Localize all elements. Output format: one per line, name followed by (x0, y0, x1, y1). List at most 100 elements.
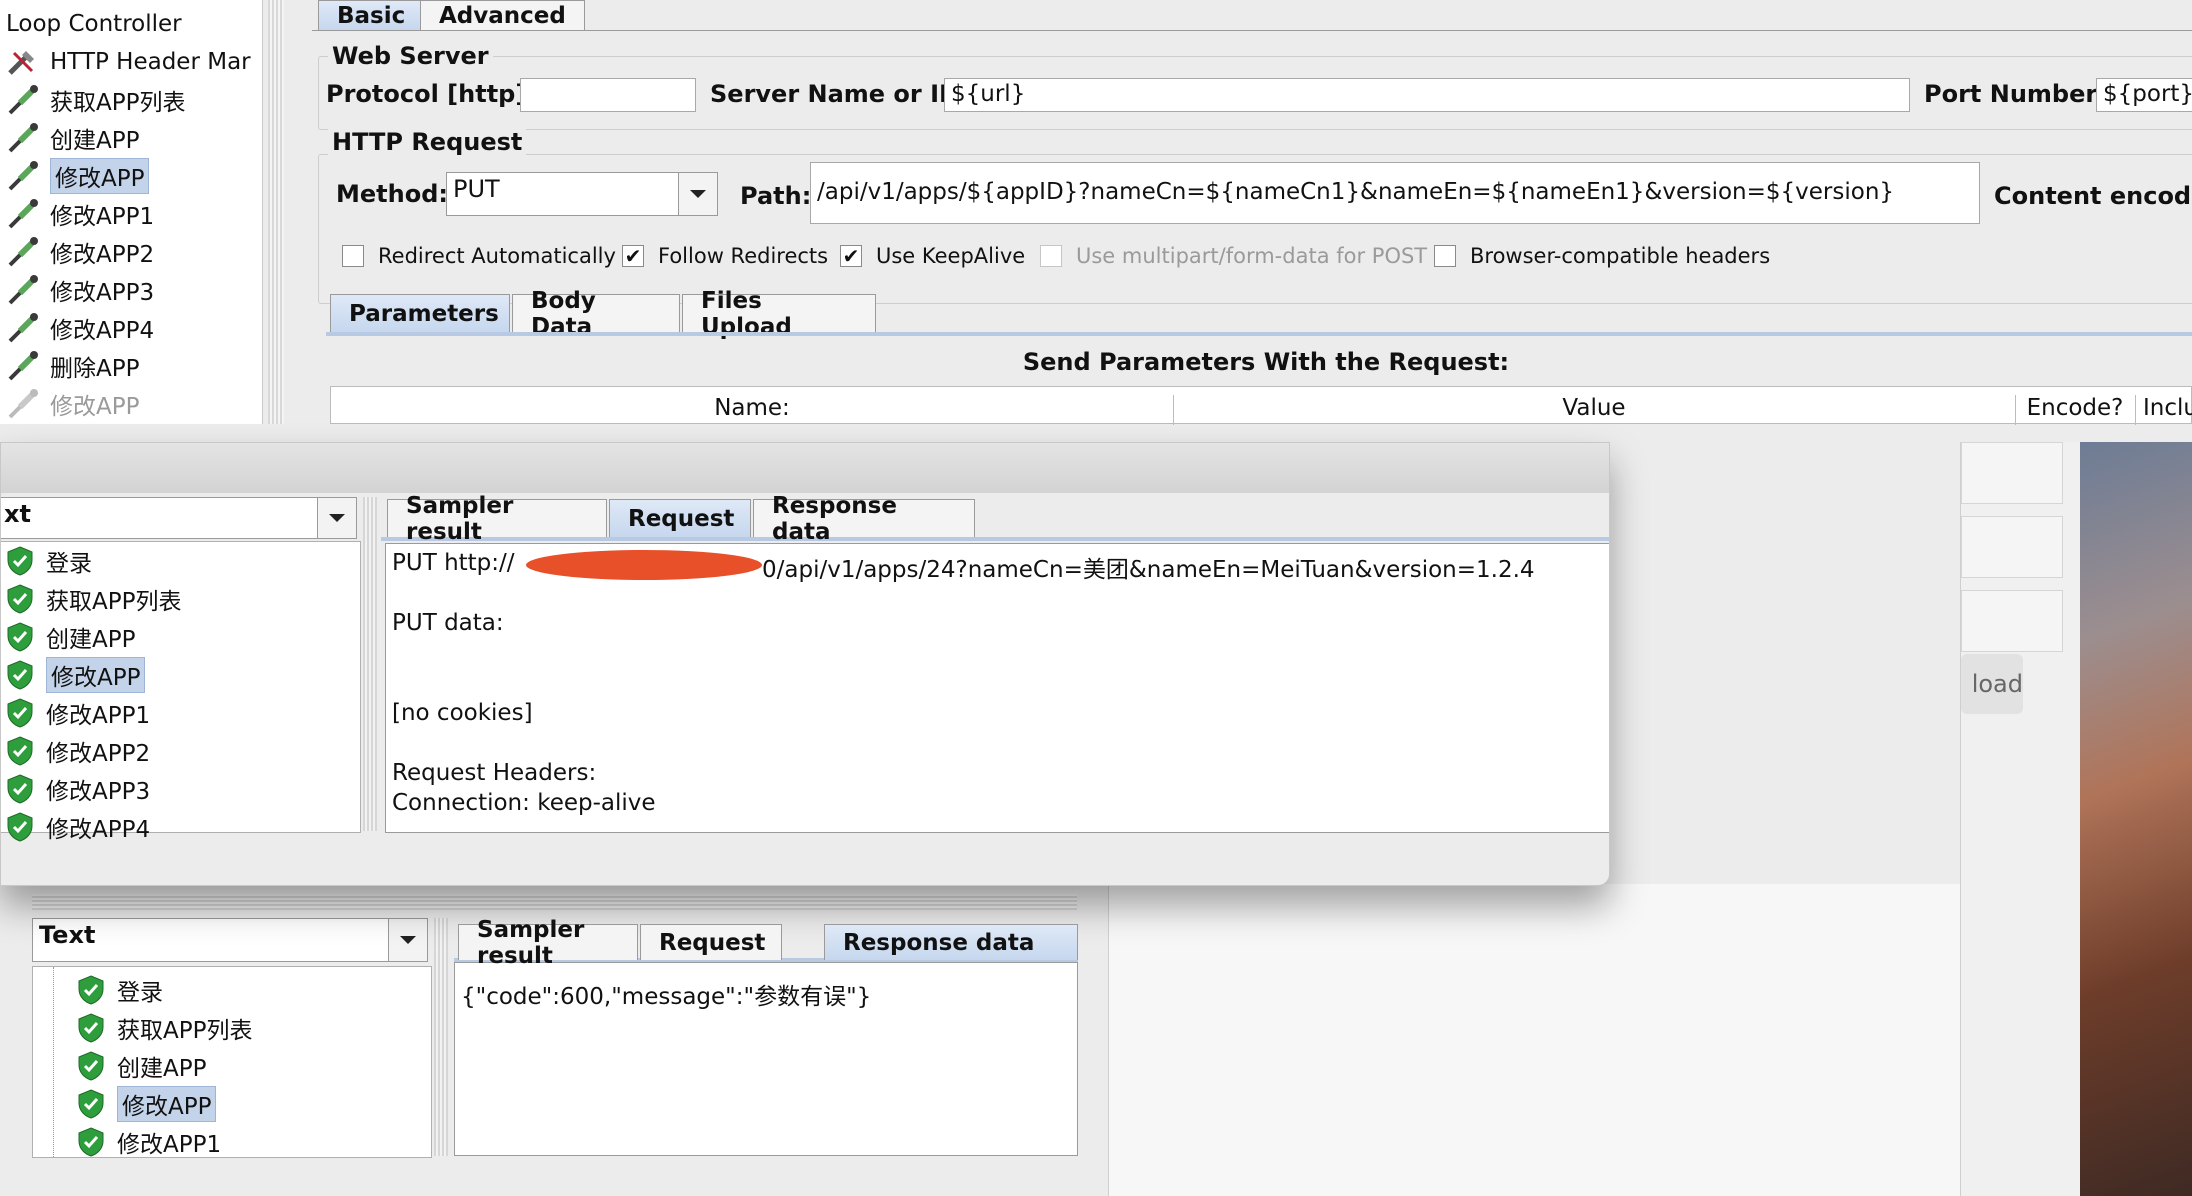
tab-label: Response data (843, 929, 1035, 956)
tree-item-label: Loop Controller (6, 11, 182, 37)
checkmark-icon[interactable]: ✔ (840, 245, 862, 267)
success-shield-icon (6, 736, 34, 766)
result-label: 获取APP列表 (117, 1018, 253, 1044)
checkbox-box[interactable] (342, 245, 364, 267)
port-number-field[interactable]: ${port} (2096, 78, 2192, 112)
tree-item-loop-controller[interactable]: Loop Controller (6, 6, 182, 42)
tab-label: Basic (337, 2, 406, 29)
renderer-select[interactable]: xt (1, 497, 357, 539)
protocol-field[interactable] (520, 78, 696, 112)
result-item[interactable]: 登录 (6, 544, 92, 578)
success-shield-icon (6, 812, 34, 842)
background-field (1961, 590, 2063, 652)
result-item[interactable]: 修改APP4 (6, 810, 150, 844)
tree-item-sampler[interactable]: 创建APP (6, 120, 139, 156)
tab-sampler-result[interactable]: Sampler result (458, 917, 638, 969)
result-label: 修改APP1 (46, 703, 151, 729)
tree-item-http-header-manager[interactable]: HTTP Header Mar (6, 44, 251, 80)
http-request-title: HTTP Request (328, 128, 527, 156)
column-encode[interactable]: Encode? (2015, 395, 2136, 425)
tree-item-sampler[interactable]: 修改APP1 (6, 196, 154, 232)
tree-item-label: 创建APP (50, 128, 140, 154)
chevron-down-icon[interactable] (678, 173, 717, 215)
checkmark-icon[interactable]: ✔ (622, 245, 644, 267)
checkbox-option[interactable]: ✔ Use KeepAlive (840, 244, 1025, 268)
send-parameters-title: Send Parameters With the Request: (1022, 348, 1510, 376)
tab-label: Request (659, 929, 766, 956)
splitter[interactable] (434, 918, 448, 1156)
checkbox-box[interactable] (1434, 245, 1456, 267)
result-label: 修改APP (46, 657, 146, 693)
splitter[interactable] (32, 894, 1077, 910)
request-line: Request Headers: (392, 760, 597, 786)
tab-request[interactable]: Request (609, 499, 751, 537)
request-line: PUT data: (392, 610, 504, 636)
tree-guide-line (53, 967, 55, 1157)
result-item[interactable]: 修改APP1 (6, 696, 150, 730)
tab-request[interactable]: Request (640, 924, 782, 960)
column-include[interactable]: Inclu (2143, 395, 2192, 421)
checkbox-option[interactable]: Browser-compatible headers (1434, 244, 1770, 268)
checkbox-label: Redirect Automatically (378, 244, 616, 268)
result-item[interactable]: 创建APP (6, 620, 135, 654)
server-name-field[interactable]: ${url} (944, 78, 1910, 112)
tab-response-data[interactable]: Response data (753, 493, 975, 545)
result-label: 修改APP4 (46, 817, 151, 843)
upload-button[interactable]: load (1961, 654, 2023, 714)
tree-item-sampler[interactable]: 修改APP4 (6, 310, 154, 346)
success-shield-icon (6, 698, 34, 728)
tree-item-sampler[interactable]: 修改APP3 (6, 272, 154, 308)
renderer-select[interactable]: Text (32, 918, 428, 962)
result-item[interactable]: 登录 (77, 973, 163, 1007)
background-panel (1108, 884, 1961, 1196)
tab-advanced[interactable]: Advanced (420, 0, 585, 30)
request-line: 0/api/v1/apps/24?nameCn=美团&nameEn=MeiTua… (762, 557, 1535, 583)
tree-item-sampler[interactable]: 修改APP (6, 386, 139, 422)
result-item[interactable]: 获取APP列表 (6, 582, 181, 616)
tab-parameters[interactable]: Parameters (330, 294, 510, 332)
checkbox-option[interactable]: Redirect Automatically (342, 244, 616, 268)
chevron-down-icon[interactable] (388, 919, 427, 961)
result-item[interactable]: 获取APP列表 (77, 1011, 252, 1045)
checkbox-label: Use multipart/form-data for POST (1076, 244, 1428, 268)
background-window: load (1960, 442, 2081, 1196)
result-label: 获取APP列表 (46, 589, 182, 615)
results-tree: 登录获取APP列表创建APP 修改APP 修改APP1 修改APP2 修改APP3 修改A… (1, 541, 361, 843)
tree-item-label: 修改APP4 (50, 318, 155, 344)
result-item[interactable]: 修改APP (77, 1086, 217, 1122)
request-data-area[interactable]: PUT http:// 0/api/v1/apps/24?nameCn=美团&na… (385, 543, 1609, 833)
tree-item-sampler[interactable]: 修改APP (6, 158, 150, 194)
result-item[interactable]: 修改APP1 (77, 1125, 221, 1159)
window-titlebar[interactable] (1, 443, 1609, 493)
result-item[interactable]: 修改APP2 (6, 734, 150, 768)
tree-item-sampler[interactable]: 修改APP2 (6, 234, 154, 270)
result-item[interactable]: 修改APP (6, 657, 146, 693)
tab-sampler-result[interactable]: Sampler result (387, 493, 607, 545)
tab-response-data[interactable]: Response data (824, 924, 1078, 960)
tab-basic[interactable]: Basic (318, 0, 425, 30)
tab-body-data[interactable]: Body Data (512, 288, 680, 340)
result-label: 登录 (46, 551, 92, 577)
renderer-value: Text (39, 921, 96, 949)
path-field[interactable]: /api/v1/apps/${appID}?nameCn=${nameCn1}&… (810, 162, 1980, 224)
tree-item-sampler[interactable]: 获取APP列表 (6, 82, 185, 118)
tab-files-upload[interactable]: Files Upload (682, 288, 876, 340)
result-item[interactable]: 修改APP3 (6, 772, 150, 806)
background-field (1961, 516, 2063, 578)
response-data-area[interactable]: {"code":600,"message":"参数有误"} (454, 962, 1078, 1156)
success-shield-icon (77, 1127, 105, 1157)
result-item[interactable]: 创建APP (77, 1049, 206, 1083)
column-name[interactable]: Name: (331, 395, 1174, 425)
checkbox-box[interactable] (1040, 245, 1062, 267)
column-value[interactable]: Value (1173, 395, 2016, 425)
success-shield-icon (6, 584, 34, 614)
tab-label: Request (628, 505, 735, 532)
splitter[interactable] (363, 497, 377, 831)
wrench-icon (6, 47, 40, 77)
view-results-tree-window: xt 登录获取APP列表创建APP 修改APP 修改APP1 修改APP2 修改APP3… (0, 442, 1610, 886)
chevron-down-icon[interactable] (317, 498, 356, 538)
tab-label: Parameters (349, 300, 499, 327)
method-select[interactable]: PUT (446, 172, 718, 216)
http-request-editor: Loop Controller HTTP Header Mar 获取APP列表创… (0, 0, 2192, 440)
checkbox-option[interactable]: ✔ Follow Redirects (622, 244, 828, 268)
